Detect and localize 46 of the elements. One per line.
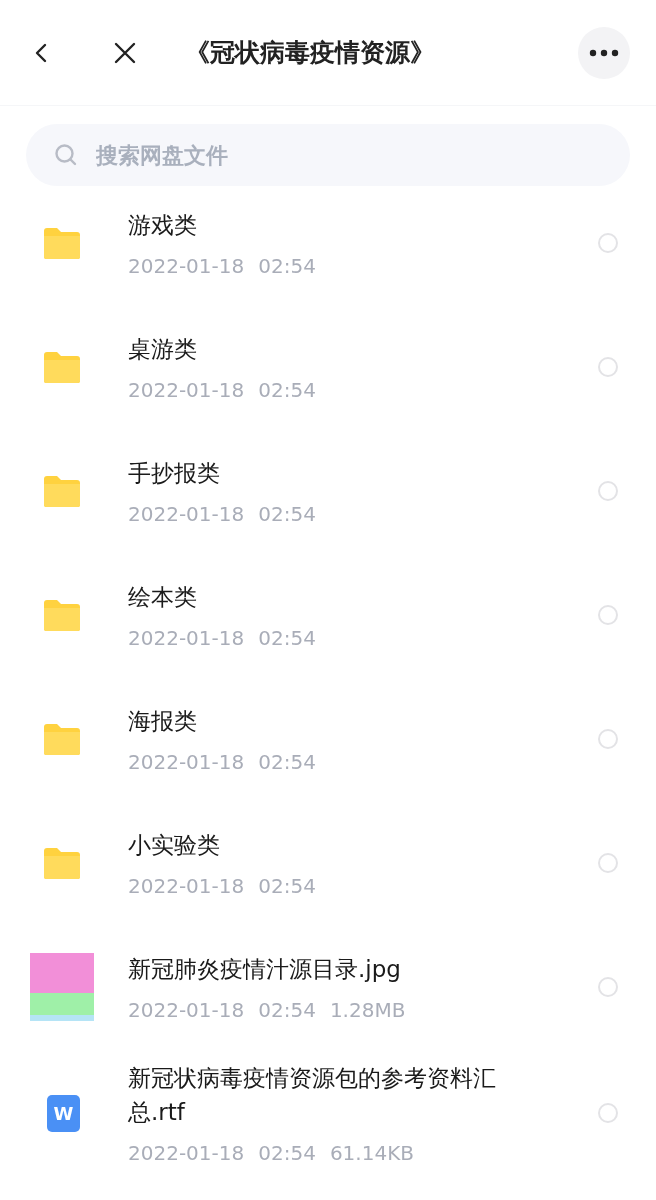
select-radio[interactable] [598, 977, 618, 997]
file-name[interactable]: 手抄报类 [128, 456, 548, 490]
folder-icon [42, 722, 82, 756]
close-icon[interactable] [113, 40, 137, 65]
file-date: 2022-01-18 [128, 1141, 245, 1165]
file-name[interactable]: 海报类 [128, 704, 548, 738]
file-time: 02:54 [258, 502, 316, 526]
file-date: 2022-01-18 [128, 750, 245, 774]
page-title: 《冠状病毒疫情资源》 [185, 37, 436, 69]
folder-icon [42, 350, 82, 384]
file-date: 2022-01-18 [128, 998, 245, 1022]
file-time: 02:54 [258, 626, 316, 650]
file-time: 02:54 [258, 378, 316, 402]
file-time: 02:54 [258, 1141, 316, 1165]
file-date: 2022-01-18 [128, 254, 245, 278]
file-name[interactable]: 游戏类 [128, 208, 548, 242]
file-time: 02:54 [258, 998, 316, 1022]
file-name[interactable]: 桌游类 [128, 332, 548, 366]
file-date: 2022-01-18 [128, 502, 245, 526]
file-size: 1.28MB [329, 998, 406, 1022]
image-thumbnail [30, 953, 94, 1021]
file-time: 02:54 [258, 254, 316, 278]
more-icon [589, 48, 619, 57]
folder-icon [42, 226, 82, 260]
file-date: 2022-01-18 [128, 626, 245, 650]
select-radio[interactable] [598, 729, 618, 749]
file-time: 02:54 [258, 750, 316, 774]
file-size: 61.14KB [329, 1141, 414, 1165]
select-radio[interactable] [598, 1103, 618, 1123]
file-name[interactable]: 新冠肺炎疫情汁源目录.jpg [128, 952, 548, 986]
select-radio[interactable] [598, 605, 618, 625]
folder-icon [42, 598, 82, 632]
select-radio[interactable] [598, 481, 618, 501]
file-time: 02:54 [258, 874, 316, 898]
folder-icon [42, 474, 82, 508]
file-date: 2022-01-18 [128, 874, 245, 898]
select-radio[interactable] [598, 357, 618, 377]
search-field[interactable]: 搜索网盘文件 [26, 124, 630, 186]
file-date: 2022-01-18 [128, 378, 245, 402]
folder-icon [42, 846, 82, 880]
file-name[interactable]: 绘本类 [128, 580, 548, 614]
document-icon: W [47, 1094, 80, 1132]
file-name[interactable]: 小实验类 [128, 828, 548, 862]
select-radio[interactable] [598, 853, 618, 873]
file-name[interactable]: 新冠状病毒疫情资源包的参考资料汇总.rtf [128, 1061, 548, 1129]
select-radio[interactable] [598, 233, 618, 253]
